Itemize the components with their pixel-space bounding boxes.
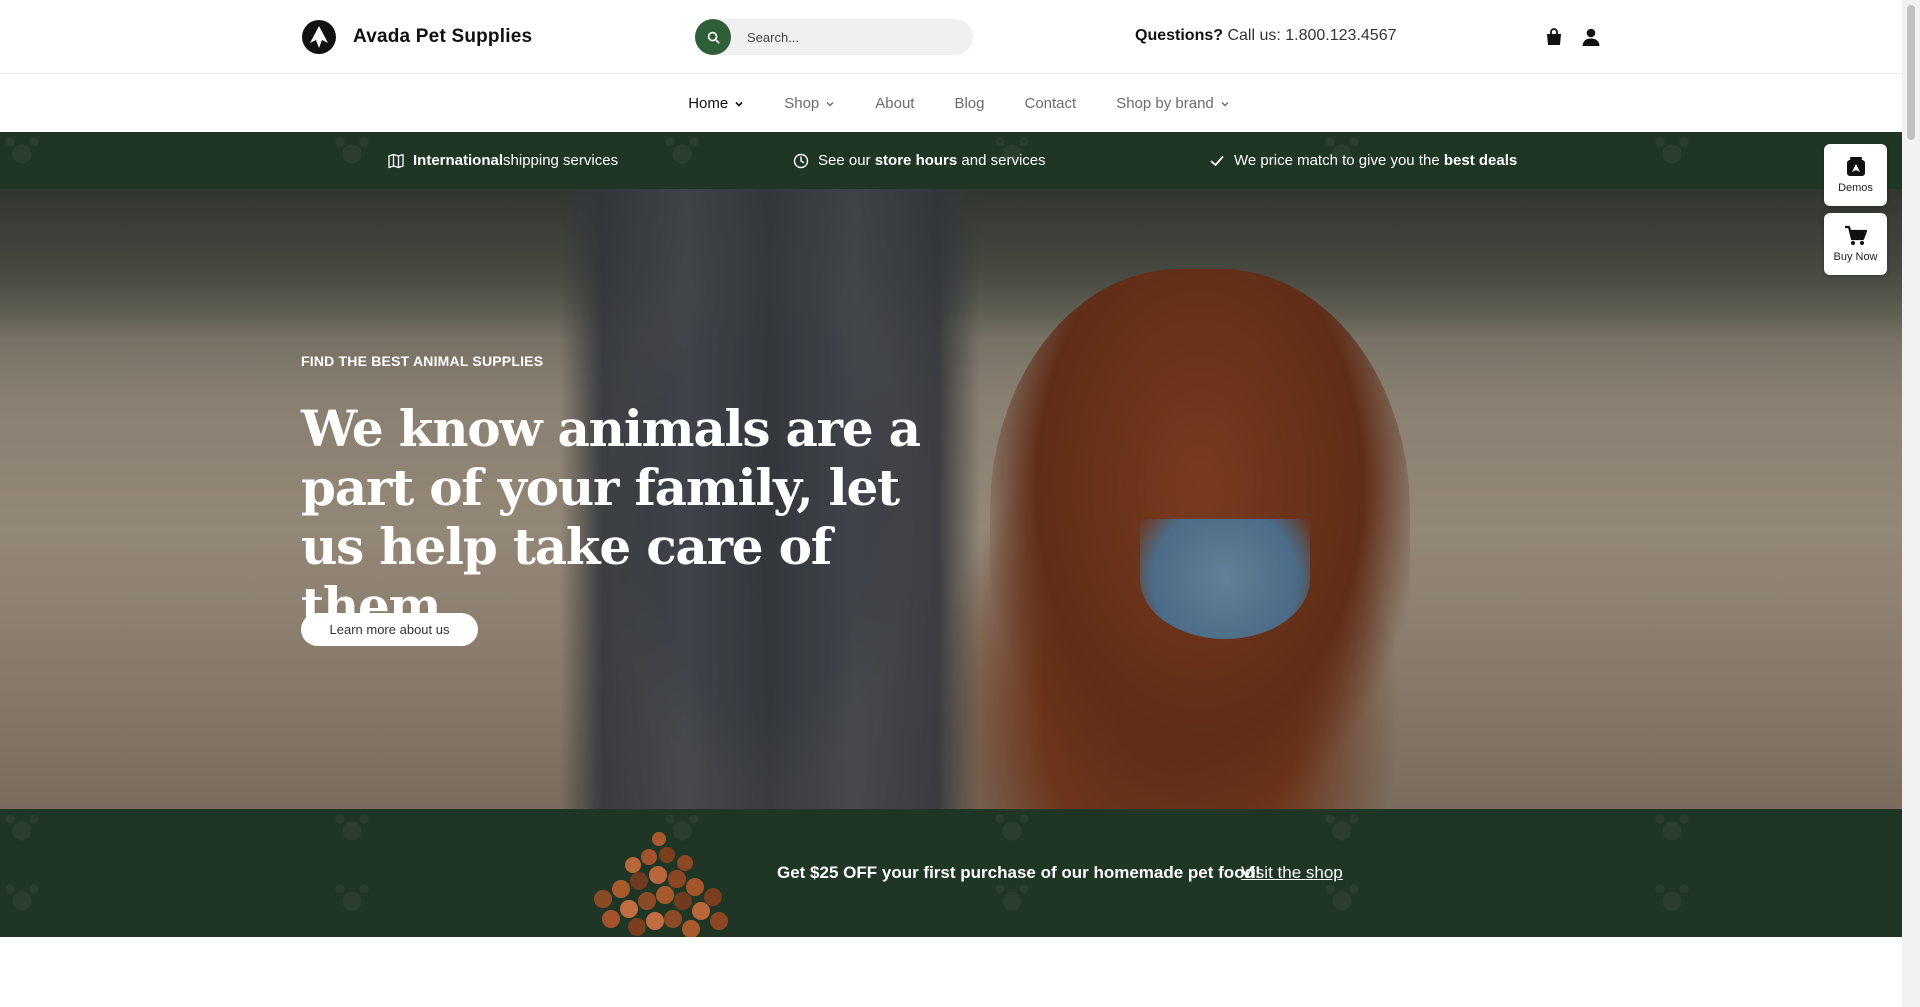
hero-eyebrow: FIND THE BEST ANIMAL SUPPLIES xyxy=(301,353,544,369)
chevron-down-icon xyxy=(826,101,834,106)
cart-icon xyxy=(1844,225,1867,245)
search-icon xyxy=(707,31,720,44)
feature-hours-post: and services xyxy=(961,152,1046,169)
hero-overlay xyxy=(0,189,1902,809)
hero-headline: We know animals are a part of your famil… xyxy=(301,399,921,635)
user-icon[interactable] xyxy=(1581,27,1601,47)
nav-item-shop-by-brand[interactable]: Shop by brand xyxy=(1116,95,1230,112)
contact-prefix: Questions? xyxy=(1135,27,1224,44)
chevron-down-icon xyxy=(735,101,743,107)
main-nav: Home Shop About Blog Contact Shop by bra… xyxy=(0,75,1902,132)
map-icon xyxy=(388,153,404,168)
site-header: Avada Pet Supplies Questions? Call us: 1… xyxy=(0,0,1902,74)
shopping-bag-icon[interactable] xyxy=(1544,27,1564,47)
nav-item-label: Shop by brand xyxy=(1116,95,1214,112)
nav-item-label: About xyxy=(875,95,915,112)
nav-item-label: Blog xyxy=(954,95,985,112)
page-scrollbar[interactable] xyxy=(1902,0,1920,1007)
buy-now-widget[interactable]: Buy Now xyxy=(1824,213,1887,275)
feature-hours: See our store hours and services xyxy=(793,132,1046,189)
demos-widget[interactable]: Demos xyxy=(1824,144,1887,206)
demos-label: Demos xyxy=(1838,182,1873,194)
promo-bar: Get $25 OFF your first purchase of our h… xyxy=(0,809,1902,937)
paw-logo-icon xyxy=(302,20,336,54)
check-icon xyxy=(1210,155,1224,166)
nav-item-label: Contact xyxy=(1024,95,1077,112)
clock-icon xyxy=(793,153,809,168)
nav-item-blog[interactable]: Blog xyxy=(954,95,984,112)
feature-shipping-strong: International xyxy=(413,152,504,169)
logo[interactable]: Avada Pet Supplies xyxy=(301,19,532,55)
feature-price-strong: best deals xyxy=(1443,152,1518,169)
features-bar: International shipping services See our … xyxy=(0,132,1902,189)
feature-price: We price match to give you the best deal… xyxy=(1209,132,1517,189)
promo-text: Get $25 OFF your first purchase of our h… xyxy=(777,863,1261,882)
hero-section: FIND THE BEST ANIMAL SUPPLIES We know an… xyxy=(0,189,1902,809)
search-input[interactable] xyxy=(747,19,957,55)
pet-food-image xyxy=(594,832,728,937)
feature-price-pre: We price match to give you the xyxy=(1234,152,1440,169)
contact-phone[interactable]: Call us: 1.800.123.4567 xyxy=(1227,27,1396,44)
scrollbar-thumb[interactable] xyxy=(1907,5,1915,140)
brand-name: Avada Pet Supplies xyxy=(353,26,533,47)
visit-shop-link[interactable]: Visit the shop xyxy=(1241,863,1343,883)
nav-item-about[interactable]: About xyxy=(875,95,914,112)
feature-hours-pre: See our xyxy=(818,152,871,169)
feature-hours-strong[interactable]: store hours xyxy=(875,152,958,169)
nav-item-label: Home xyxy=(688,95,729,112)
header-icons xyxy=(1544,27,1601,47)
nav-item-label: Shop xyxy=(784,95,820,112)
learn-more-button[interactable]: Learn more about us xyxy=(301,613,478,646)
nav-item-shop[interactable]: Shop xyxy=(784,95,835,112)
chevron-down-icon xyxy=(1221,101,1229,106)
buy-now-label: Buy Now xyxy=(1833,251,1878,263)
demos-icon xyxy=(1846,157,1865,176)
search-button[interactable] xyxy=(695,19,731,55)
search-box xyxy=(695,19,973,55)
nav-item-home[interactable]: Home xyxy=(688,95,744,112)
feature-shipping-text: shipping services xyxy=(503,152,619,169)
contact-info: Questions? Call us: 1.800.123.4567 xyxy=(1135,27,1396,45)
feature-shipping: International shipping services xyxy=(388,132,618,189)
nav-item-contact[interactable]: Contact xyxy=(1025,95,1077,112)
